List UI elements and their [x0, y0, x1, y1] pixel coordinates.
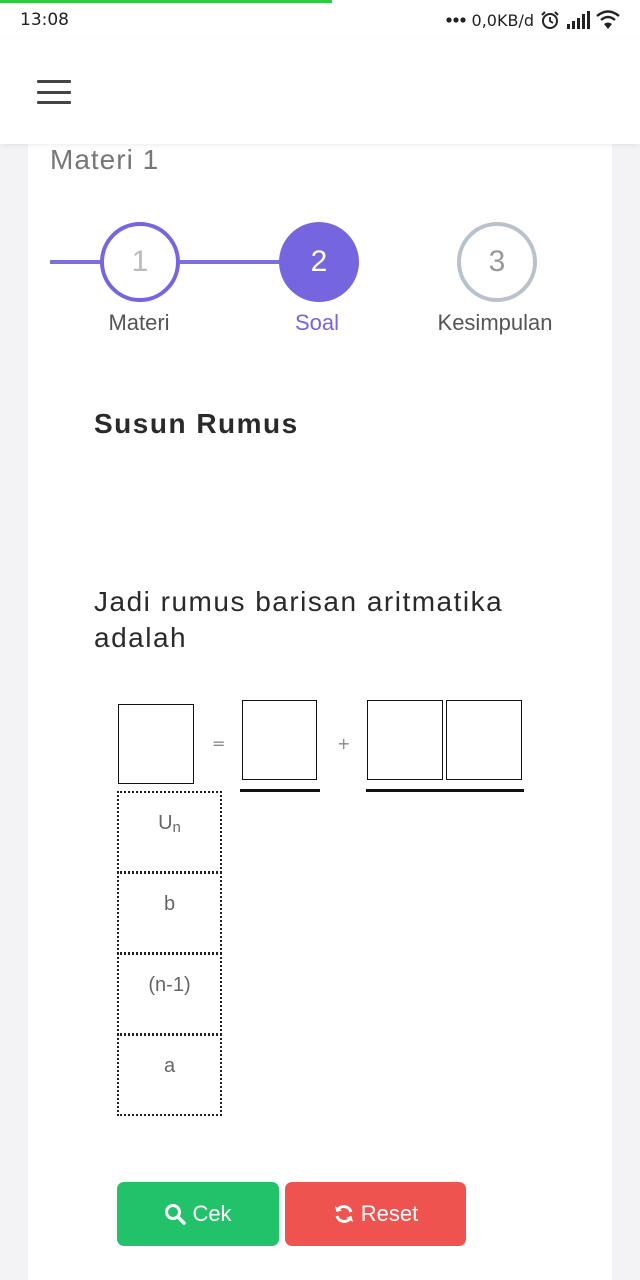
step-1-label: Materi — [108, 310, 170, 335]
check-button[interactable]: Cek — [117, 1182, 279, 1246]
equals-sign: = — [212, 734, 226, 753]
option-un-sub: n — [172, 818, 181, 836]
alarm-icon — [541, 11, 559, 29]
option-n-minus-1[interactable]: (n-1) — [117, 953, 222, 1035]
status-bar: 13:08 0,0KB/d — [0, 0, 640, 40]
app-bar — [0, 40, 640, 144]
formula-slot-factor-1[interactable] — [367, 700, 443, 780]
dots-icon — [445, 17, 466, 23]
step-2-circle[interactable]: 2 — [279, 222, 359, 302]
plus-sign: + — [337, 734, 351, 753]
step-3-label: Kesimpulan — [437, 310, 553, 335]
reset-button[interactable]: Reset — [285, 1182, 466, 1246]
slot-underline-2 — [366, 789, 524, 792]
search-icon — [165, 1204, 187, 1225]
options-list: Un b (n-1) a — [117, 791, 222, 1116]
step-1-circle[interactable]: 1 — [100, 222, 180, 302]
option-a-main: a — [163, 1054, 176, 1077]
formula-slot-result[interactable] — [118, 704, 194, 784]
content-card: Materi 1 1 2 3 Materi Soal Kesimpulan Su… — [28, 144, 612, 1280]
status-time: 13:08 — [20, 10, 69, 30]
slot-underline-1 — [240, 789, 320, 792]
step-2-label: Soal — [294, 310, 340, 335]
option-b-main: b — [163, 892, 176, 915]
option-un[interactable]: Un — [117, 791, 222, 873]
hamburger-icon[interactable] — [37, 80, 71, 104]
section-title: Susun Rumus — [94, 408, 299, 439]
option-b[interactable]: b — [117, 872, 222, 954]
refresh-icon — [334, 1205, 353, 1223]
option-un-main: U — [158, 811, 173, 834]
reset-button-label: Reset — [360, 1201, 419, 1226]
signal-icon — [567, 11, 590, 29]
option-a[interactable]: a — [117, 1034, 222, 1116]
formula-slot-factor-2[interactable] — [446, 700, 522, 780]
question-text: Jadi rumus barisan aritmatika adalah — [94, 586, 504, 653]
check-button-label: Cek — [192, 1201, 232, 1226]
formula-slot-first-term[interactable] — [242, 700, 317, 780]
option-n-minus-1-main: (n-1) — [148, 973, 191, 996]
page-title: Materi 1 — [50, 144, 160, 175]
step-3-circle[interactable]: 3 — [457, 222, 537, 302]
network-speed: 0,0KB/d — [471, 10, 534, 30]
page-loading-bar — [0, 0, 332, 3]
status-icons: 0,0KB/d — [445, 9, 620, 31]
wifi-icon — [596, 10, 620, 29]
